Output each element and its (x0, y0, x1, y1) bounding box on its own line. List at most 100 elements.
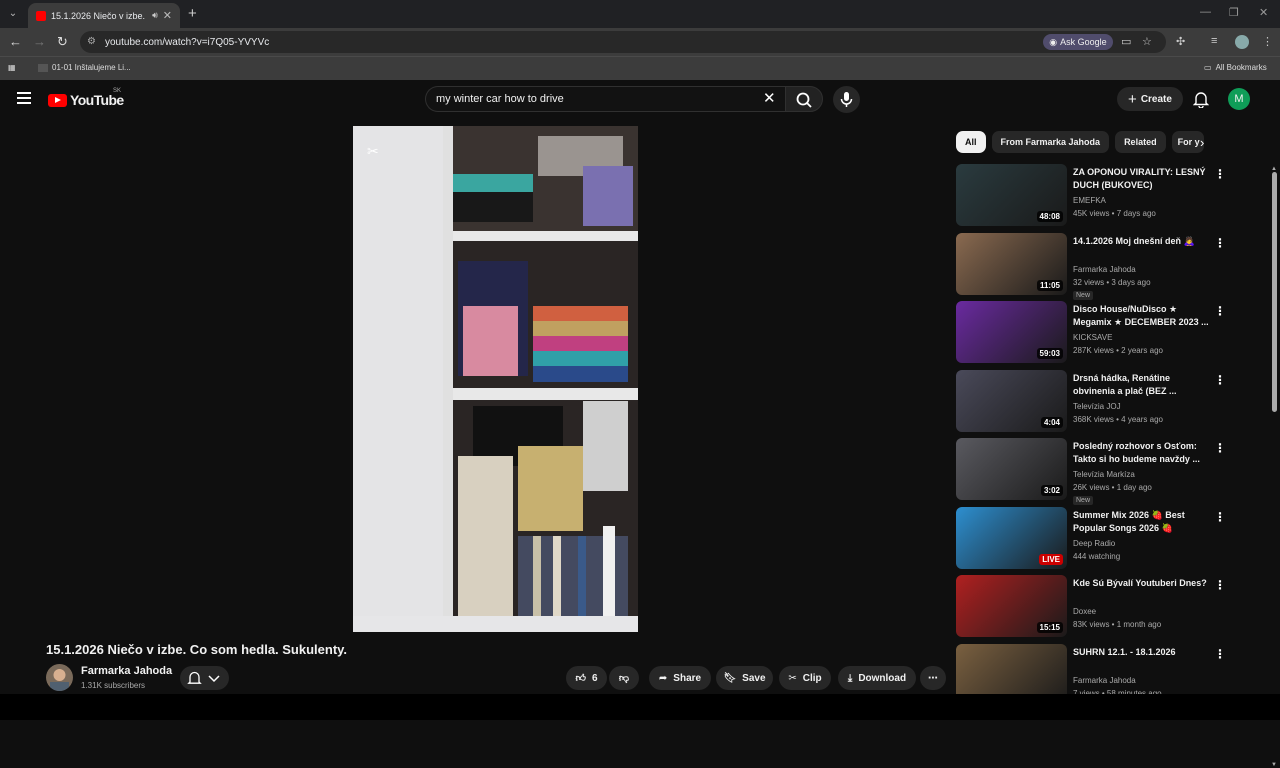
save-button[interactable]: 🔖︎ Save (716, 666, 773, 690)
recommendation-title[interactable]: Posledný rozhovor s Osťom: Takto si ho b… (1073, 440, 1211, 466)
account-avatar[interactable]: M (1228, 88, 1250, 110)
recommendation-item[interactable]: 3:02 Posledný rozhovor s Osťom: Takto si … (956, 438, 1246, 505)
download-button[interactable]: ⤓ Download (838, 666, 916, 690)
search-button[interactable] (785, 86, 823, 112)
video-thumbnail[interactable]: 3:02 (956, 438, 1067, 500)
chip-for-you[interactable]: For y (1171, 131, 1204, 153)
video-thumbnail[interactable]: 11:05 (956, 233, 1067, 295)
browser-tab[interactable]: 15.1.2026 Niečo v izbe. Co 🔊︎ ✕ (28, 3, 180, 28)
video-thumbnail[interactable]: 48:08 (956, 164, 1067, 226)
recommendation-channel[interactable]: Farmarka Jahoda (1073, 265, 1136, 274)
recommendation-title[interactable]: Disco House/NuDisco ★ Megamix ★ DECEMBER… (1073, 303, 1211, 329)
address-input[interactable]: ⚙ youtube.com/watch?v=i7Q05-YVYVc (80, 31, 1166, 53)
recommendation-item[interactable]: LIVE Summer Mix 2026 🍓 Best Popular Songs… (956, 507, 1246, 569)
recommendation-title[interactable]: Kde Sú Bývalí Youtuberi Dnes? (1073, 577, 1211, 590)
more-options-icon[interactable]: ⋮ (1214, 373, 1226, 387)
bookmarks-bar: ▦ 01-01 Inštalujeme Li... ▭ All Bookmark… (0, 56, 1280, 80)
duration-badge: 15:15 (1036, 622, 1063, 633)
more-options-icon[interactable]: ⋮ (1214, 647, 1226, 661)
browser-tab-strip: ⌄ 15.1.2026 Niečo v izbe. Co 🔊︎ ✕ + — ❐ … (0, 0, 1280, 28)
search-input[interactable]: my winter car how to drive (425, 86, 785, 112)
search-icon (796, 92, 812, 108)
recommendation-channel[interactable]: Doxee (1073, 607, 1096, 616)
bookmark-icon: 🔖︎ (723, 672, 737, 684)
chip-all[interactable]: All (956, 131, 986, 153)
share-button[interactable]: ➦ Share (649, 666, 711, 690)
recommendation-title[interactable]: Drsná hádka, Renátine obvinenia a plač (… (1073, 372, 1211, 398)
clip-button[interactable]: ✂ Clip (779, 666, 831, 690)
recommendation-channel[interactable]: EMEFKA (1073, 196, 1106, 205)
more-options-icon[interactable]: ⋮ (1214, 236, 1226, 250)
recommendation-channel[interactable]: KICKSAVE (1073, 333, 1112, 342)
more-options-icon[interactable]: ⋮ (1214, 510, 1226, 524)
video-frame[interactable]: ✂ (353, 126, 638, 632)
recommendation-channel[interactable]: Farmarka Jahoda (1073, 676, 1136, 685)
recommendation-item[interactable]: 11:05 14.1.2026 Moj dnešní deň 🙇‍♀️ Farmar… (956, 233, 1246, 300)
recommendation-item[interactable]: 59:03 Disco House/NuDisco ★ Megamix ★ DEC… (956, 301, 1246, 363)
video-player[interactable]: ✂ (0, 126, 940, 632)
menu-icon[interactable] (17, 92, 31, 104)
recommendation-title[interactable]: ZA OPONOU VIRALITY: LESNÝ DUCH (BUKOVEC) (1073, 166, 1211, 192)
more-options-icon[interactable]: ⋮ (1214, 304, 1226, 318)
minimize-icon[interactable]: — (1200, 6, 1211, 18)
chip-related[interactable]: Related (1115, 131, 1166, 153)
more-icon: ⋯ (928, 672, 938, 684)
more-actions-button[interactable]: ⋯ (920, 666, 946, 690)
recommendation-item[interactable]: 15:15 Kde Sú Bývalí Youtuberi Dnes? Doxee 8… (956, 575, 1246, 637)
cast-icon[interactable]: ▭ (1121, 35, 1131, 48)
bookmark-star-icon[interactable]: ☆ (1142, 35, 1152, 48)
youtube-logo[interactable]: YouTube SK (48, 88, 124, 108)
bookmark-item[interactable]: 01-01 Inštalujeme Li... (38, 63, 131, 72)
recommendation-channel[interactable]: Deep Radio (1073, 539, 1115, 548)
site-info-icon[interactable]: ⚙ (87, 36, 99, 48)
all-bookmarks[interactable]: ▭ All Bookmarks (1204, 63, 1267, 72)
recommendation-item[interactable]: 4:04 Drsná hádka, Renátine obvinenia a pl… (956, 370, 1246, 432)
video-thumbnail[interactable]: 59:03 (956, 301, 1067, 363)
recommendation-title[interactable]: Summer Mix 2026 🍓 Best Popular Songs 202… (1073, 509, 1211, 535)
create-button[interactable]: + Create (1117, 87, 1183, 111)
recommendation-channel[interactable]: Televízia Markíza (1073, 470, 1135, 479)
reload-button[interactable]: ↻ (57, 34, 68, 50)
more-options-icon[interactable]: ⋮ (1214, 441, 1226, 455)
restore-icon[interactable]: ❐ (1229, 6, 1239, 19)
scroll-down-arrow[interactable]: ▼ (1271, 762, 1277, 768)
video-thumbnail[interactable]: LIVE (956, 507, 1067, 569)
more-options-icon[interactable]: ⋮ (1214, 578, 1226, 592)
save-label: Save (742, 672, 766, 684)
browser-profile-avatar[interactable] (1235, 35, 1249, 49)
more-options-icon[interactable]: ⋮ (1214, 167, 1226, 181)
recommendation-meta: 83K views • 1 month ago (1073, 620, 1162, 629)
back-button[interactable]: ← (9, 34, 22, 49)
video-thumbnail[interactable]: 15:15 (956, 575, 1067, 637)
recommendation-title[interactable]: SUHRN 12.1. - 18.1.2026 (1073, 646, 1211, 659)
channel-name[interactable]: Farmarka Jahoda (81, 665, 172, 677)
close-tab-icon[interactable]: ✕ (163, 9, 172, 22)
voice-search-button[interactable] (833, 86, 860, 113)
scrollbar-thumb[interactable] (1272, 172, 1277, 412)
tab-search-chevron-icon[interactable]: ⌄ (5, 6, 21, 22)
recommendation-meta: 287K views • 2 years ago (1073, 346, 1163, 355)
recommendation-item[interactable]: 48:08 ZA OPONOU VIRALITY: LESNÝ DUCH (BUK… (956, 164, 1246, 226)
forward-button[interactable]: → (33, 34, 46, 49)
youtube-favicon-icon (36, 10, 46, 21)
recommendation-title[interactable]: 14.1.2026 Moj dnešní deň 🙇‍♀️ (1073, 235, 1211, 248)
speaker-icon[interactable]: 🔊︎ (152, 10, 158, 21)
channel-avatar[interactable] (46, 664, 73, 691)
subscription-bell-button[interactable] (180, 666, 229, 690)
ask-google-button[interactable]: ◉ Ask Google (1043, 34, 1113, 50)
extensions-icon[interactable]: ✣ (1176, 35, 1185, 48)
apps-grid-icon[interactable]: ▦ (8, 63, 16, 72)
video-thumbnail[interactable]: 4:04 (956, 370, 1067, 432)
recommendation-channel[interactable]: Televízia JOJ (1073, 402, 1121, 411)
dislike-button[interactable]: 👎︎ (609, 666, 639, 690)
new-tab-button[interactable]: + (188, 5, 197, 22)
media-control-icon[interactable]: ≡ (1211, 35, 1217, 47)
browser-menu-icon[interactable]: ⋮ (1262, 35, 1273, 48)
like-button[interactable]: 👍︎ 6 (566, 666, 607, 690)
close-window-icon[interactable]: ✕ (1259, 6, 1268, 19)
notifications-button[interactable] (1192, 90, 1210, 109)
plus-icon: + (1128, 90, 1137, 108)
clear-search-icon[interactable]: ✕ (763, 89, 776, 107)
chips-next-icon[interactable]: › (1200, 135, 1204, 150)
chip-from-channel[interactable]: From Farmarka Jahoda (991, 131, 1110, 153)
